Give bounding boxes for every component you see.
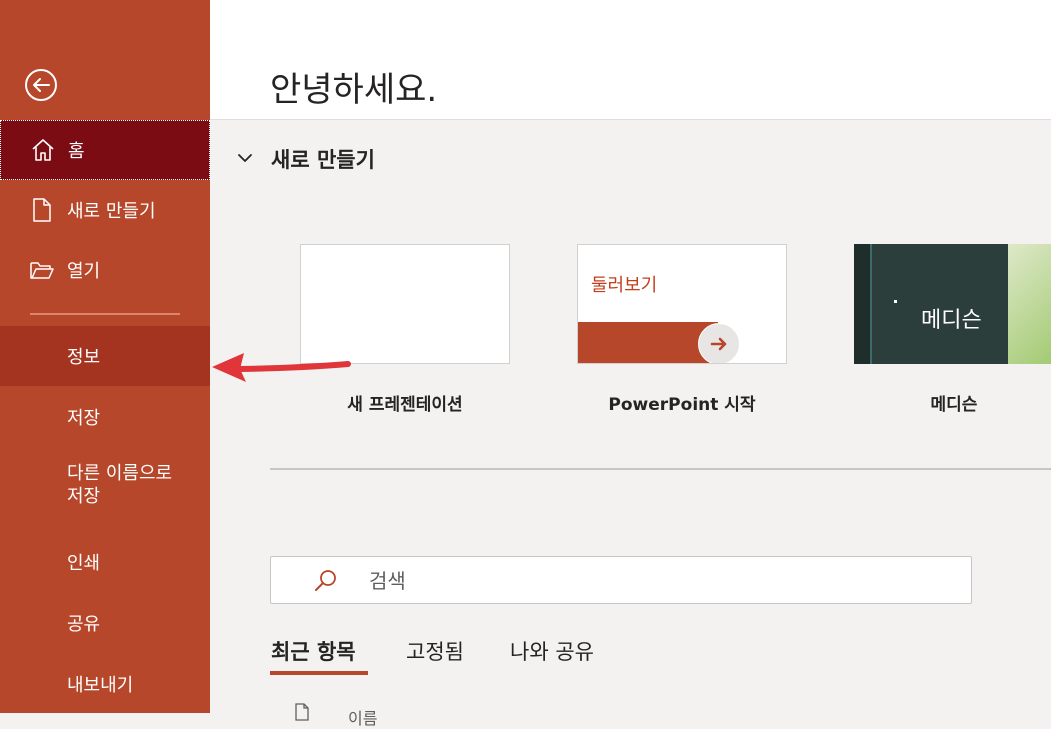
backstage-sidebar: 홈 새로 만들기 열기 정보 저장 다른 이름으로 저장 인쇄 공유 내보내기 — [0, 0, 210, 713]
template-madison[interactable]: 메디슨 메디슨 — [854, 244, 1051, 415]
nav-item-save-as[interactable]: 다른 이름으로 저장 — [0, 462, 210, 518]
header: 안녕하세요. — [210, 0, 1051, 120]
tab-pinned[interactable]: 고정됨 — [406, 636, 464, 666]
open-folder-icon — [29, 257, 55, 283]
nav-item-print[interactable]: 인쇄 — [0, 532, 210, 592]
active-tab-underline — [270, 671, 368, 675]
tab-shared-with-me[interactable]: 나와 공유 — [510, 636, 594, 666]
save-as-line-1: 다른 이름으로 — [67, 463, 173, 484]
nav-label-info: 정보 — [67, 347, 101, 368]
back-arrow-icon[interactable] — [24, 68, 58, 102]
search-box[interactable] — [270, 556, 972, 604]
search-icon — [313, 567, 339, 593]
nav-item-export[interactable]: 내보내기 — [0, 654, 210, 714]
thumbnail-side-bar — [854, 244, 872, 364]
template-thumbnail[interactable]: 메디슨 — [854, 244, 1051, 364]
chevron-down-icon[interactable] — [236, 147, 254, 169]
home-icon — [30, 137, 56, 163]
nav-label-print: 인쇄 — [67, 553, 101, 574]
thumbnail-mark — [894, 300, 897, 303]
new-document-icon — [29, 197, 55, 223]
template-name: PowerPoint 시작 — [608, 395, 756, 415]
right-arrow-icon — [698, 323, 740, 363]
nav-label-share: 공유 — [67, 614, 101, 635]
section-divider — [270, 468, 1051, 470]
nav-item-open[interactable]: 열기 — [0, 240, 210, 300]
nav-label-new: 새로 만들기 — [67, 201, 156, 222]
nav-item-new[interactable]: 새로 만들기 — [0, 180, 210, 240]
nav-item-info[interactable]: 정보 — [0, 326, 210, 386]
annotation-arrow-icon — [212, 353, 351, 382]
thumbnail-text: 둘러보기 — [591, 275, 658, 296]
greeting-title: 안녕하세요. — [270, 70, 438, 110]
nav-label-export: 내보내기 — [67, 675, 134, 696]
column-name-header[interactable]: 이름 — [348, 705, 377, 729]
save-as-line-2: 저장 — [67, 486, 101, 507]
template-powerpoint-tour[interactable]: 둘러보기 PowerPoint 시작 — [577, 244, 787, 415]
nav-label-home: 홈 — [68, 141, 85, 162]
nav-item-home[interactable]: 홈 — [0, 120, 210, 180]
nav-label-open: 열기 — [67, 261, 101, 282]
template-name: 메디슨 — [930, 395, 978, 415]
new-section-title[interactable]: 새로 만들기 — [271, 144, 375, 174]
document-icon — [294, 703, 310, 721]
thumbnail-green-panel — [1008, 244, 1051, 364]
search-input[interactable] — [367, 566, 931, 596]
thumbnail-text: 메디슨 — [921, 308, 982, 333]
template-name: 새 프레젠테이션 — [347, 395, 463, 415]
nav-label-save-as: 다른 이름으로 저장 — [67, 462, 172, 508]
nav-item-share[interactable]: 공유 — [0, 593, 210, 653]
tab-recent[interactable]: 최근 항목 — [271, 636, 356, 666]
nav-item-save[interactable]: 저장 — [0, 387, 210, 447]
template-thumbnail[interactable] — [300, 244, 510, 364]
nav-label-save: 저장 — [67, 408, 101, 429]
template-blank-presentation[interactable]: 새 프레젠테이션 — [300, 244, 510, 415]
template-thumbnail[interactable]: 둘러보기 — [577, 244, 787, 364]
thumbnail-bar — [578, 322, 718, 363]
sidebar-divider — [30, 313, 180, 315]
